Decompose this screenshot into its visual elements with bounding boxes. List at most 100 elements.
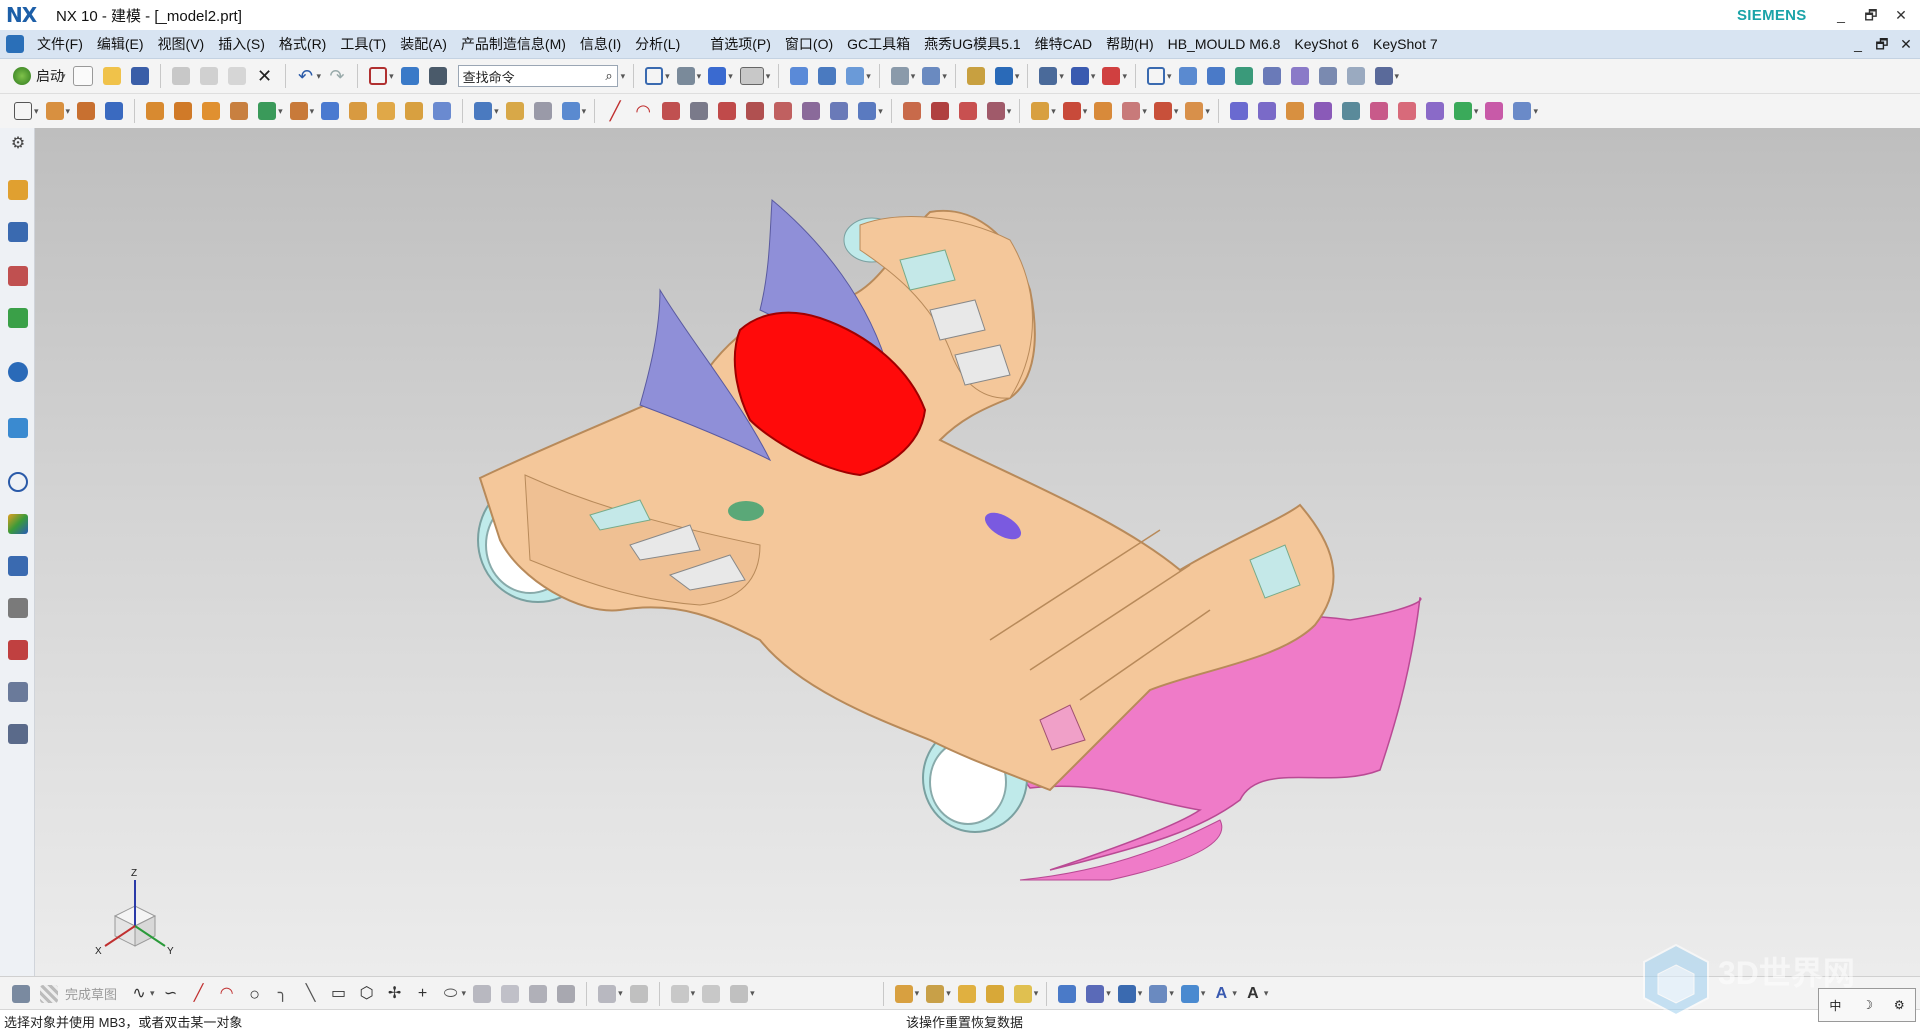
reuse-library-icon[interactable] [8,308,28,328]
dimension-icon[interactable] [629,984,648,1003]
shaded-cube-icon[interactable] [708,67,727,85]
surface-icon-7[interactable] [1346,67,1365,85]
trim-curve-icon[interactable] [858,102,877,120]
chamfer-sketch-icon[interactable]: ╲ [302,985,320,1003]
snap-quadrant-icon[interactable] [1013,984,1032,1003]
polygon-icon[interactable]: ⬡ [358,985,376,1003]
extrude-icon[interactable] [45,102,64,120]
graphics-viewport[interactable]: Z Y X [35,128,1920,976]
hole-icon[interactable] [146,102,165,120]
menu-assembly[interactable]: 装配(A) [393,34,454,54]
menu-tools[interactable]: 工具(T) [333,34,393,54]
surface-tool-icon-7[interactable] [1397,102,1416,120]
line-icon[interactable]: ╱ [606,102,624,120]
replace-face-icon[interactable] [533,102,552,120]
shell-icon[interactable] [433,102,452,120]
pmi-icon-2[interactable] [1086,984,1105,1003]
select-rectangle-icon[interactable] [1146,67,1165,85]
mold-tool-icon-1[interactable] [1031,102,1050,120]
system-scene-icon[interactable] [8,682,28,702]
project-curve-icon[interactable] [774,102,793,120]
start-button[interactable]: 启动 ▾ [8,66,68,86]
ime-settings-icon[interactable]: ⚙ [1894,998,1905,1012]
ime-mode[interactable]: 中 [1829,997,1841,1014]
sketch-icon[interactable] [14,102,32,120]
measure-length-icon[interactable] [1070,67,1089,85]
join-curve-icon[interactable] [958,102,977,120]
paste-icon[interactable] [227,67,246,85]
draft-icon[interactable] [474,102,493,120]
snap-point-icon[interactable] [894,984,913,1003]
offset-sketch-icon[interactable] [529,984,548,1003]
revolve-icon[interactable] [77,102,96,120]
studio-spline-sketch-icon[interactable]: ✢ [386,985,404,1003]
undo-icon[interactable]: ↶ [297,67,315,85]
constraint-icon[interactable] [598,984,617,1003]
menu-hb-mould[interactable]: HB_MOULD M6.8 [1161,36,1288,52]
arc-icon[interactable]: ◠ [634,102,652,120]
section-view-icon[interactable] [790,67,809,85]
snap-end-icon[interactable] [926,984,945,1003]
surface-tool-icon-5[interactable] [1341,102,1360,120]
curve-on-surface-icon[interactable] [690,102,709,120]
menu-format[interactable]: 格式(R) [272,34,333,54]
menu-insert[interactable]: 插入(S) [211,34,272,54]
view-triad[interactable]: Z Y X [65,858,175,968]
pmi-icon-1[interactable] [1058,984,1077,1003]
menu-gc-toolbox[interactable]: GC工具箱 [840,34,917,54]
surface-tool-icon-11[interactable] [1513,102,1532,120]
open-folder-icon[interactable] [102,67,121,85]
pmi-icon-3[interactable] [1117,984,1136,1003]
surface-tool-icon-9[interactable] [1453,102,1472,120]
menu-help[interactable]: 帮助(H) [1099,34,1160,54]
copy-icon[interactable] [199,67,218,85]
move-face-icon[interactable] [561,102,580,120]
process-studio-icon[interactable] [8,556,28,576]
surface-icon-1[interactable] [1178,67,1197,85]
role-icon[interactable] [8,640,28,660]
menu-edit[interactable]: 编辑(E) [90,34,151,54]
menu-weite-cad[interactable]: 维特CAD [1028,34,1100,54]
wcs-icon[interactable] [846,67,865,85]
split-body-icon[interactable] [349,102,368,120]
surface-icon-5[interactable] [1290,67,1309,85]
block-icon[interactable] [105,102,124,120]
menu-view[interactable]: 视图(V) [151,34,212,54]
spline-icon[interactable]: ∽ [162,985,180,1003]
sketch-line-icon[interactable]: ╱ [190,985,208,1003]
finish-sketch-label[interactable]: 完成草图 [65,984,117,1003]
command-search-input[interactable]: 查找命令 ⌕ [457,65,618,87]
ime-indicator[interactable]: 中 ☽ ⚙ [1818,988,1916,1022]
part-navigator-icon[interactable] [8,266,28,286]
fit-view-icon[interactable] [369,67,388,85]
doc-restore-button[interactable]: 🗗 [1870,30,1894,58]
relation-icon[interactable] [670,984,689,1003]
surface-tool-icon-8[interactable] [1425,102,1444,120]
edge-blend-icon[interactable] [377,102,396,120]
offset-curve-icon[interactable] [746,102,765,120]
app-menu-icon[interactable] [6,35,24,53]
render-style-icon[interactable] [676,67,695,85]
pmi-icon-4[interactable] [1149,984,1168,1003]
trim-body-icon[interactable] [321,102,340,120]
sketch-task-icon[interactable] [12,984,30,1003]
surface-tool-icon-3[interactable] [1285,102,1304,120]
show-hide-icon[interactable] [966,67,985,85]
menu-pmi[interactable]: 产品制造信息(M) [454,34,573,54]
menu-yanxiu[interactable]: 燕秀UG模具5.1 [917,34,1027,54]
mold-tool-icon-6[interactable] [1185,102,1204,120]
snap-mid-icon[interactable] [957,984,976,1003]
surface-icon-6[interactable] [1318,67,1337,85]
rectangle-icon[interactable]: ▭ [330,985,348,1003]
web-browser-icon[interactable] [8,418,28,438]
pmi-icon-5[interactable] [1180,984,1199,1003]
repeat-command-icon[interactable] [400,67,419,85]
fillet-icon[interactable]: ╮ [274,985,292,1003]
curve-analysis-icon[interactable] [902,102,921,120]
auto-constraint-icon[interactable] [730,984,749,1003]
close-button[interactable]: ✕ [1886,2,1916,28]
surface-icon-4[interactable] [1262,67,1281,85]
mirror-sketch-icon[interactable] [557,984,576,1003]
text-annotation-icon[interactable]: A [1212,985,1230,1003]
chamfer-icon[interactable] [405,102,424,120]
